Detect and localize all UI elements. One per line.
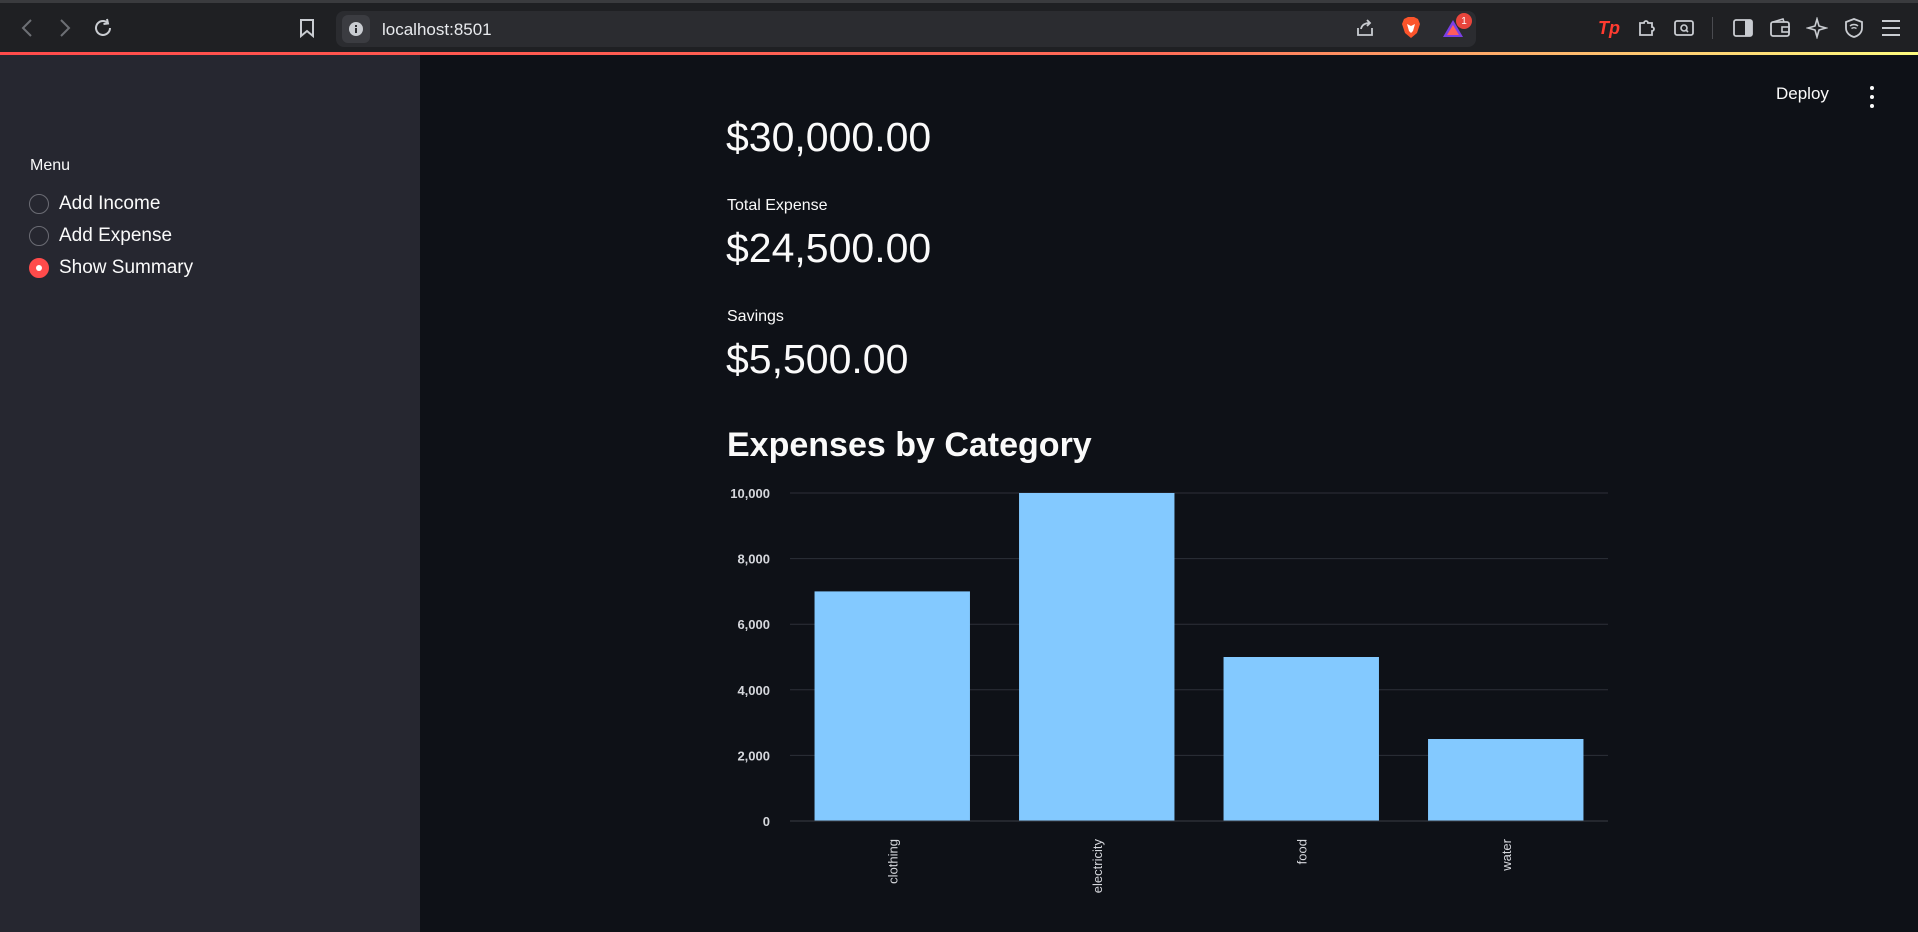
notification-badge: 1: [1456, 13, 1472, 29]
address-bar[interactable]: localhost:8501 1: [336, 11, 1476, 47]
browser-toolbar: localhost:8501 1 Tp: [0, 0, 1918, 52]
y-tick-label: 0: [763, 814, 770, 829]
radio-option-add-expense[interactable]: Add Expense: [29, 225, 172, 247]
expenses-bar-chart: 0 2,000 4,000 6,000 8,000 10,000 clothing elect…: [730, 486, 1608, 894]
total-expense-value: $24,500.00: [726, 225, 932, 271]
x-tick-label: water: [1499, 838, 1514, 871]
radio-option-add-income[interactable]: Add Income: [29, 193, 160, 215]
total-expense-label: Total Expense: [727, 197, 828, 214]
radio-label: Add Income: [59, 193, 161, 214]
bar-electricity[interactable]: [1019, 493, 1175, 821]
sidebar-toggle-icon[interactable]: [1730, 15, 1756, 41]
wallet-icon[interactable]: [1767, 15, 1793, 41]
vpn-icon[interactable]: [1841, 15, 1867, 41]
sidebar: [0, 55, 420, 932]
back-icon[interactable]: [12, 13, 42, 43]
savings-label: Savings: [727, 308, 784, 325]
toolbar-divider: [1712, 17, 1713, 39]
browser-menu-icon[interactable]: [1878, 15, 1904, 41]
y-tick-label: 4,000: [737, 683, 770, 698]
leo-ai-icon[interactable]: [1804, 15, 1830, 41]
bar-food[interactable]: [1223, 657, 1379, 821]
y-tick-label: 8,000: [737, 552, 770, 567]
chart-title: Expenses by Category: [727, 426, 1092, 464]
savings-value: $5,500.00: [726, 336, 909, 382]
menu-title: Menu: [30, 157, 71, 174]
reload-icon[interactable]: [88, 13, 118, 43]
bar-water[interactable]: [1428, 739, 1584, 821]
bookmark-icon[interactable]: [292, 13, 322, 43]
x-tick-label: food: [1294, 839, 1309, 864]
main-menu-icon[interactable]: [1866, 86, 1878, 108]
y-tick-label: 2,000: [737, 748, 770, 763]
radio-label: Add Expense: [59, 225, 173, 246]
radio-unchecked-icon[interactable]: [29, 226, 49, 246]
tp-extension-icon[interactable]: Tp: [1596, 15, 1622, 41]
share-icon[interactable]: [1352, 15, 1378, 41]
brave-shield-icon[interactable]: [1398, 15, 1424, 41]
site-info-icon[interactable]: [342, 15, 370, 43]
y-tick-label: 10,000: [730, 486, 770, 501]
radio-label: Show Summary: [59, 257, 194, 278]
bar-clothing[interactable]: [814, 591, 970, 821]
deploy-button[interactable]: Deploy: [1776, 84, 1829, 104]
x-tick-label: clothing: [885, 839, 900, 884]
url-text[interactable]: localhost:8501: [382, 20, 492, 40]
radio-option-show-summary[interactable]: Show Summary: [29, 257, 193, 279]
extensions-icon[interactable]: [1634, 15, 1660, 41]
total-income-value: $30,000.00: [726, 114, 932, 160]
x-tick-label: electricity: [1090, 839, 1105, 894]
y-tick-label: 6,000: [737, 617, 770, 632]
screenshot-search-icon[interactable]: [1671, 15, 1697, 41]
radio-checked-icon[interactable]: [29, 258, 49, 278]
radio-unchecked-icon[interactable]: [29, 194, 49, 214]
forward-icon[interactable]: [50, 13, 80, 43]
